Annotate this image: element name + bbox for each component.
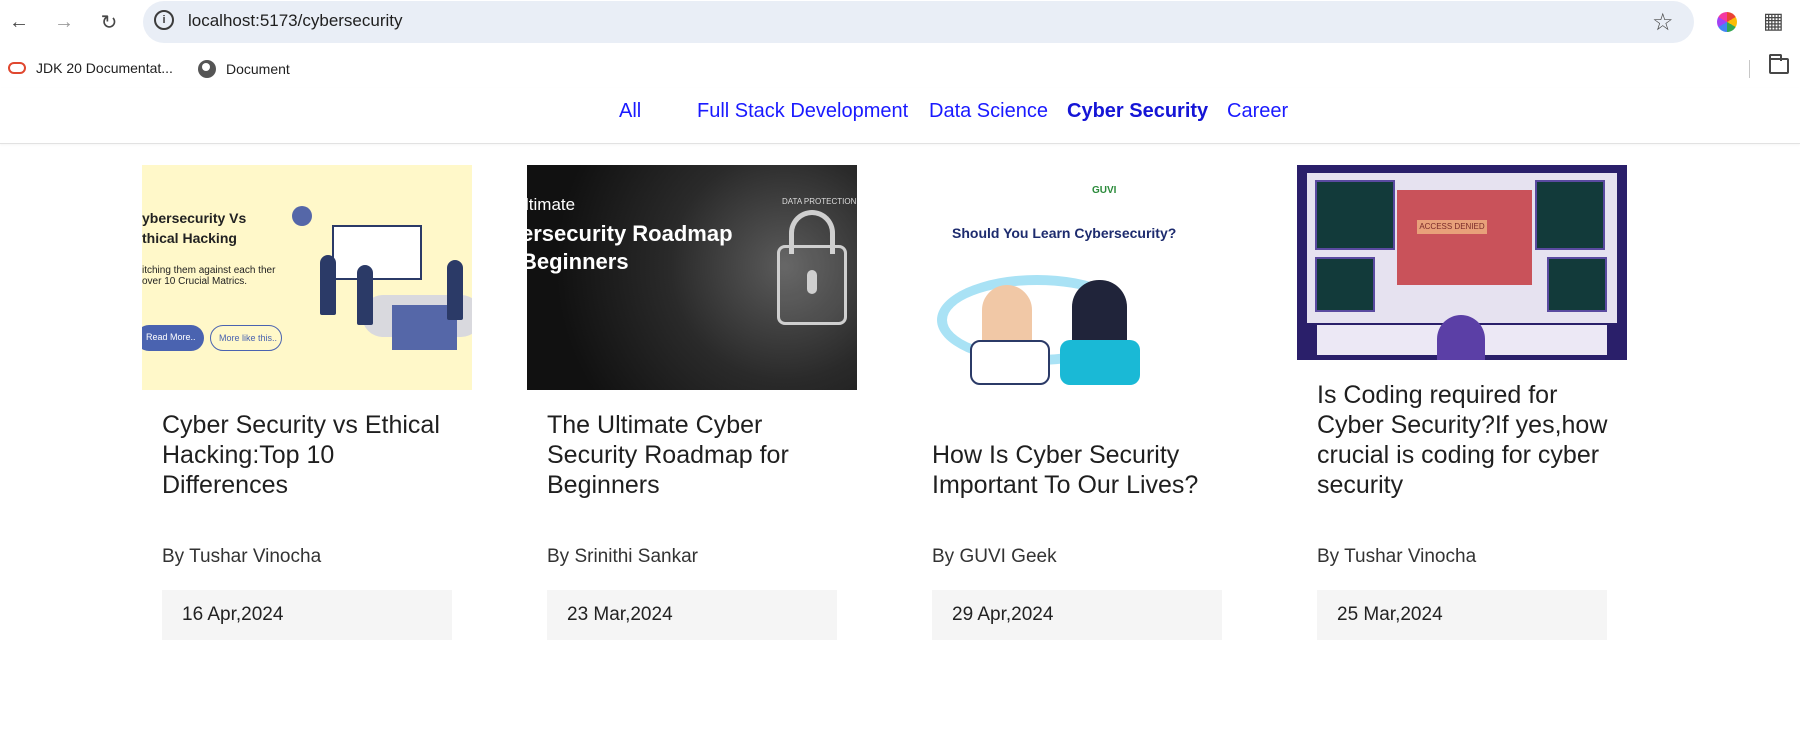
bookmarks-divider — [1749, 60, 1750, 78]
laptop-icon — [1060, 340, 1140, 385]
card-thumbnail[interactable]: ACCESS DENIED — [1297, 165, 1627, 360]
url-text[interactable]: localhost:5173/cybersecurity — [188, 11, 403, 31]
category-career[interactable]: Career — [1227, 100, 1288, 123]
bookmarks-bar: JDK 20 Documentat... Document — [0, 52, 1800, 84]
card-title[interactable]: How Is Cyber Security Important To Our L… — [932, 440, 1232, 500]
card-author: By GUVI Geek — [932, 546, 1057, 567]
site-info-icon[interactable]: i — [154, 10, 174, 30]
extension-colorwheel-icon[interactable] — [1717, 12, 1737, 32]
thumb-text: ersecurity Roadmap — [527, 221, 733, 246]
card-thumbnail[interactable]: ltimate ersecurity Roadmap Beginners DAT… — [527, 165, 857, 390]
thumb-text: Beginners — [527, 249, 629, 274]
card-date: 16 Apr,2024 — [162, 590, 452, 640]
card-date: 23 Mar,2024 — [547, 590, 837, 640]
thumb-decor — [1315, 180, 1395, 250]
extensions-puzzle-icon[interactable]: ▦ — [1763, 8, 1784, 34]
thumb-decor — [1315, 257, 1375, 312]
thumb-text: itching them against each ther over 10 C… — [142, 265, 276, 287]
globe-icon — [198, 60, 216, 78]
thumb-decor — [1437, 315, 1485, 360]
card-author: By Tushar Vinocha — [1317, 546, 1477, 567]
card-thumbnail[interactable]: ybersecurity Vs thical Hacking itching t… — [142, 165, 472, 390]
category-cyber-security[interactable]: Cyber Security — [1067, 100, 1208, 123]
browser-toolbar: ← → ↻ i localhost:5173/cybersecurity ☆ ▦ — [0, 0, 1800, 46]
thumb-decor — [1547, 257, 1607, 312]
bookmark-label: Document — [226, 61, 290, 77]
card-author: By Srinithi Sankar — [547, 546, 699, 567]
thumb-text: Read More.. — [142, 325, 204, 351]
thumb-decor — [1397, 190, 1532, 285]
back-icon[interactable]: ← — [4, 7, 34, 37]
bookmark-jdk[interactable]: JDK 20 Documentat... — [8, 60, 173, 76]
reload-icon[interactable]: ↻ — [94, 7, 124, 37]
guvi-logo: GUVI — [1092, 185, 1117, 196]
category-all[interactable]: All — [619, 100, 641, 123]
card-title[interactable]: Is Coding required for Cyber Security?If… — [1317, 380, 1617, 500]
card-date: 29 Apr,2024 — [932, 590, 1222, 640]
card-author: By Tushar Vinocha — [162, 546, 322, 567]
thumb-decor — [1535, 180, 1605, 250]
thumb-text: DATA PROTECTION — [782, 197, 857, 206]
thumb-text: ltimate — [527, 195, 576, 214]
thumb-decor — [357, 265, 373, 325]
folder-icon[interactable] — [1769, 54, 1789, 74]
card-title[interactable]: Cyber Security vs Ethical Hacking:Top 10… — [162, 410, 462, 500]
category-data-science[interactable]: Data Science — [929, 100, 1048, 123]
thumb-text: ACCESS DENIED — [1417, 220, 1487, 234]
forward-icon[interactable]: → — [49, 7, 79, 37]
thumb-decor — [320, 255, 336, 315]
category-nav: All Full Stack Development Data Science … — [0, 88, 1800, 144]
card-thumbnail[interactable]: GUVI Should You Learn Cybersecurity? — [912, 165, 1242, 390]
card-title[interactable]: The Ultimate Cyber Security Roadmap for … — [547, 410, 847, 500]
thumb-decor — [447, 260, 463, 320]
bookmark-label: JDK 20 Documentat... — [36, 60, 173, 76]
thumb-text: Should You Learn Cybersecurity? — [952, 225, 1177, 241]
card-date: 25 Mar,2024 — [1317, 590, 1607, 640]
thumb-decor — [292, 206, 312, 226]
keyhole-icon — [807, 270, 817, 294]
bookmark-star-icon[interactable]: ☆ — [1652, 8, 1674, 37]
thumb-text: ybersecurity Vs thical Hacking — [142, 210, 247, 246]
laptop-icon — [970, 340, 1050, 385]
thumb-text: More like this.. — [210, 325, 282, 351]
thumb-decor — [332, 225, 422, 280]
bookmark-document[interactable]: Document — [198, 60, 290, 78]
oracle-icon — [8, 62, 26, 74]
category-full-stack[interactable]: Full Stack Development — [697, 100, 908, 123]
